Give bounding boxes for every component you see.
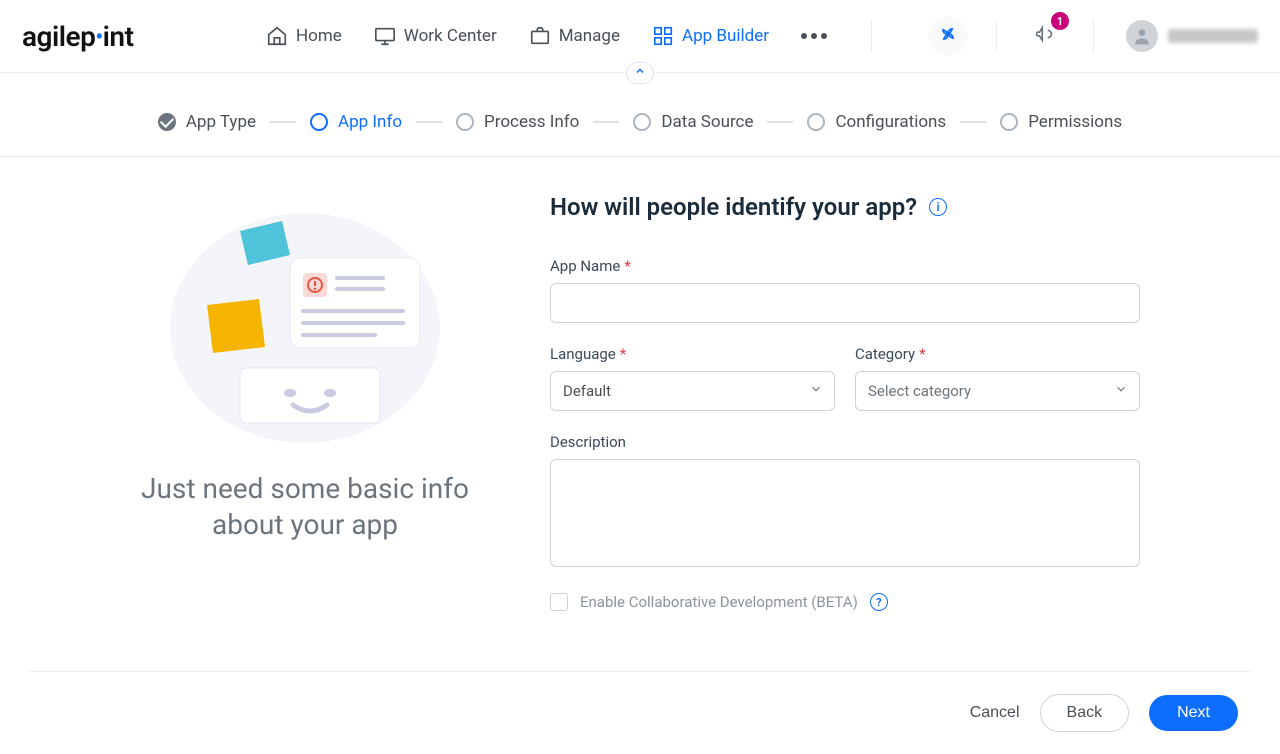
field-app-name: App Name* (550, 257, 1140, 323)
required-marker: * (624, 257, 630, 275)
illustration (165, 193, 445, 453)
label-text: Category (855, 345, 915, 363)
user-menu[interactable] (1126, 20, 1258, 52)
label-text: Language (550, 345, 616, 363)
pinwheel-button[interactable] (928, 16, 968, 56)
nav-app-builder[interactable]: App Builder (652, 25, 769, 47)
step-pending-icon (1000, 113, 1018, 131)
divider (871, 20, 872, 52)
required-marker: * (620, 345, 626, 363)
nav-manage-label: Manage (559, 26, 620, 46)
step-separator (416, 121, 442, 123)
step-done-icon (158, 113, 176, 131)
step-pending-icon (456, 113, 474, 131)
brand-accent: • (95, 25, 102, 50)
description-input[interactable] (550, 459, 1140, 567)
field-language: Language* Default (550, 345, 835, 411)
help-icon[interactable]: ? (870, 593, 888, 611)
wizard-stepper: App Type App Info Process Info Data Sour… (0, 84, 1280, 157)
main-content: Just need some basic info about your app… (80, 157, 1200, 631)
step-data-source[interactable]: Data Source (633, 112, 753, 132)
nav-work-center[interactable]: Work Center (374, 25, 497, 47)
divider (996, 20, 997, 52)
collab-row: Enable Collaborative Development (BETA) … (550, 593, 1140, 611)
next-button[interactable]: Next (1149, 695, 1238, 731)
nav-items: Home Work Center Manage App Builder (266, 16, 1258, 56)
step-configurations[interactable]: Configurations (807, 112, 946, 132)
required-marker: * (919, 345, 925, 363)
nav-right-icons: 1 (928, 16, 1258, 56)
chevron-up-icon (634, 65, 646, 81)
step-label: Data Source (661, 112, 753, 132)
wizard-footer: Cancel Back Next (30, 671, 1250, 754)
step-label: App Type (186, 112, 256, 132)
divider (1093, 20, 1094, 52)
field-category: Category* Select category (855, 345, 1140, 411)
monitor-icon (374, 25, 396, 47)
step-separator (767, 121, 793, 123)
cancel-button[interactable]: Cancel (970, 704, 1020, 722)
user-name (1168, 29, 1258, 43)
brand-prefix: agilep (22, 20, 95, 53)
brand-logo: agilep•int (22, 20, 133, 53)
collab-checkbox[interactable] (550, 593, 568, 611)
form-panel: How will people identify your app? i App… (550, 193, 1140, 611)
briefcase-icon (529, 25, 551, 47)
category-select[interactable]: Select category (855, 371, 1140, 411)
info-icon[interactable]: i (929, 198, 947, 216)
home-icon (266, 25, 288, 47)
brand-suffix: int (103, 20, 134, 53)
app-name-input[interactable] (550, 283, 1140, 323)
step-app-info[interactable]: App Info (310, 112, 402, 132)
step-app-type[interactable]: App Type (158, 112, 256, 132)
nav-home-label: Home (296, 26, 342, 46)
category-label: Category* (855, 345, 1140, 363)
label-text: App Name (550, 257, 620, 275)
language-select[interactable]: Default (550, 371, 835, 411)
announcements-button[interactable]: 1 (1025, 16, 1065, 56)
step-permissions[interactable]: Permissions (1000, 112, 1122, 132)
left-title: Just need some basic info about your app (140, 471, 470, 544)
nav-home[interactable]: Home (266, 25, 342, 47)
step-separator (960, 121, 986, 123)
step-process-info[interactable]: Process Info (456, 112, 579, 132)
language-label: Language* (550, 345, 835, 363)
collapse-toggle[interactable] (626, 62, 654, 84)
app-name-label: App Name* (550, 257, 1140, 275)
step-separator (593, 121, 619, 123)
step-pending-icon (807, 113, 825, 131)
field-description: Description (550, 433, 1140, 571)
notification-badge: 1 (1051, 12, 1069, 30)
step-label: App Info (338, 112, 402, 132)
step-label: Process Info (484, 112, 579, 132)
grid-icon (652, 25, 674, 47)
nav-manage[interactable]: Manage (529, 25, 620, 47)
left-panel: Just need some basic info about your app (140, 193, 470, 611)
description-label: Description (550, 433, 1140, 451)
nav-work-center-label: Work Center (404, 26, 497, 46)
step-current-icon (310, 113, 328, 131)
step-label: Configurations (835, 112, 946, 132)
back-button[interactable]: Back (1040, 694, 1130, 732)
pinwheel-icon (938, 24, 958, 48)
collab-label: Enable Collaborative Development (BETA) (580, 593, 858, 611)
step-label: Permissions (1028, 112, 1122, 132)
form-heading: How will people identify your app? (550, 193, 917, 221)
step-pending-icon (633, 113, 651, 131)
avatar-icon (1126, 20, 1158, 52)
step-separator (270, 121, 296, 123)
nav-app-builder-label: App Builder (682, 26, 769, 46)
nav-more[interactable] (801, 33, 827, 39)
